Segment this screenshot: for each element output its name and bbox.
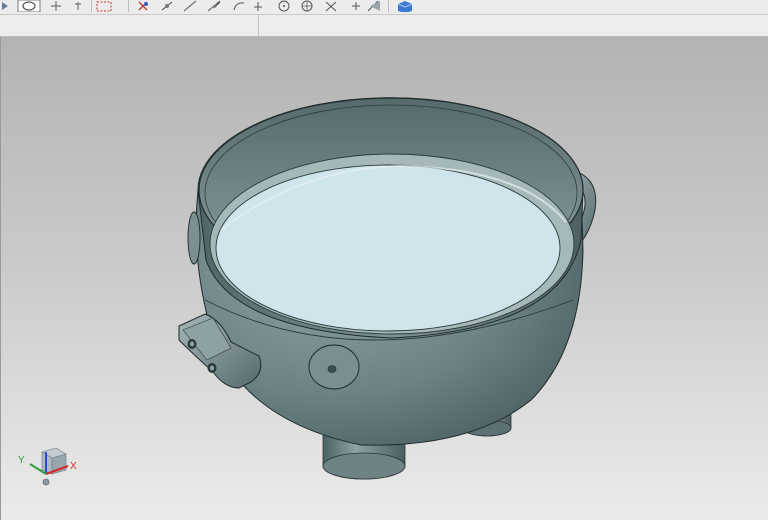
snap-endpoint-icon[interactable] <box>138 1 148 11</box>
top-toolbar <box>0 0 768 15</box>
snap-midpoint-icon[interactable] <box>161 1 173 11</box>
selection-bar <box>0 15 768 37</box>
render-style-icon[interactable] <box>397 1 413 12</box>
zoom-icon[interactable] <box>75 2 81 10</box>
pot-side-boss-left[interactable] <box>187 211 201 265</box>
pot-interior <box>209 153 575 335</box>
pot-front-boss[interactable] <box>308 344 360 390</box>
snap-face-icon[interactable] <box>370 1 380 11</box>
snap-point-icon[interactable] <box>352 2 360 10</box>
pan-icon[interactable] <box>51 1 61 11</box>
snap-tangent-icon[interactable] <box>233 2 245 11</box>
rotate-view-icon[interactable] <box>17 0 41 12</box>
triad-x-label: X <box>70 461 77 472</box>
snap-quadrant-icon[interactable] <box>301 0 313 12</box>
snap-perpendicular-icon[interactable] <box>254 2 262 11</box>
snap-arc-icon[interactable] <box>207 0 221 12</box>
graphics-viewport[interactable] <box>0 37 768 520</box>
selection-filter-field[interactable] <box>0 15 259 36</box>
snap-intersection-icon[interactable] <box>325 1 337 12</box>
orientation-triad: Y X <box>18 444 80 490</box>
pot-model[interactable] <box>1 37 768 520</box>
snap-center-icon[interactable] <box>278 0 290 12</box>
toolbar-icons <box>2 0 413 12</box>
status-area <box>259 15 767 36</box>
view-orient-icon[interactable] <box>2 2 8 10</box>
snap-line-icon[interactable] <box>183 0 197 12</box>
triad-y-label: Y <box>18 455 25 466</box>
select-box-icon[interactable] <box>96 1 112 12</box>
